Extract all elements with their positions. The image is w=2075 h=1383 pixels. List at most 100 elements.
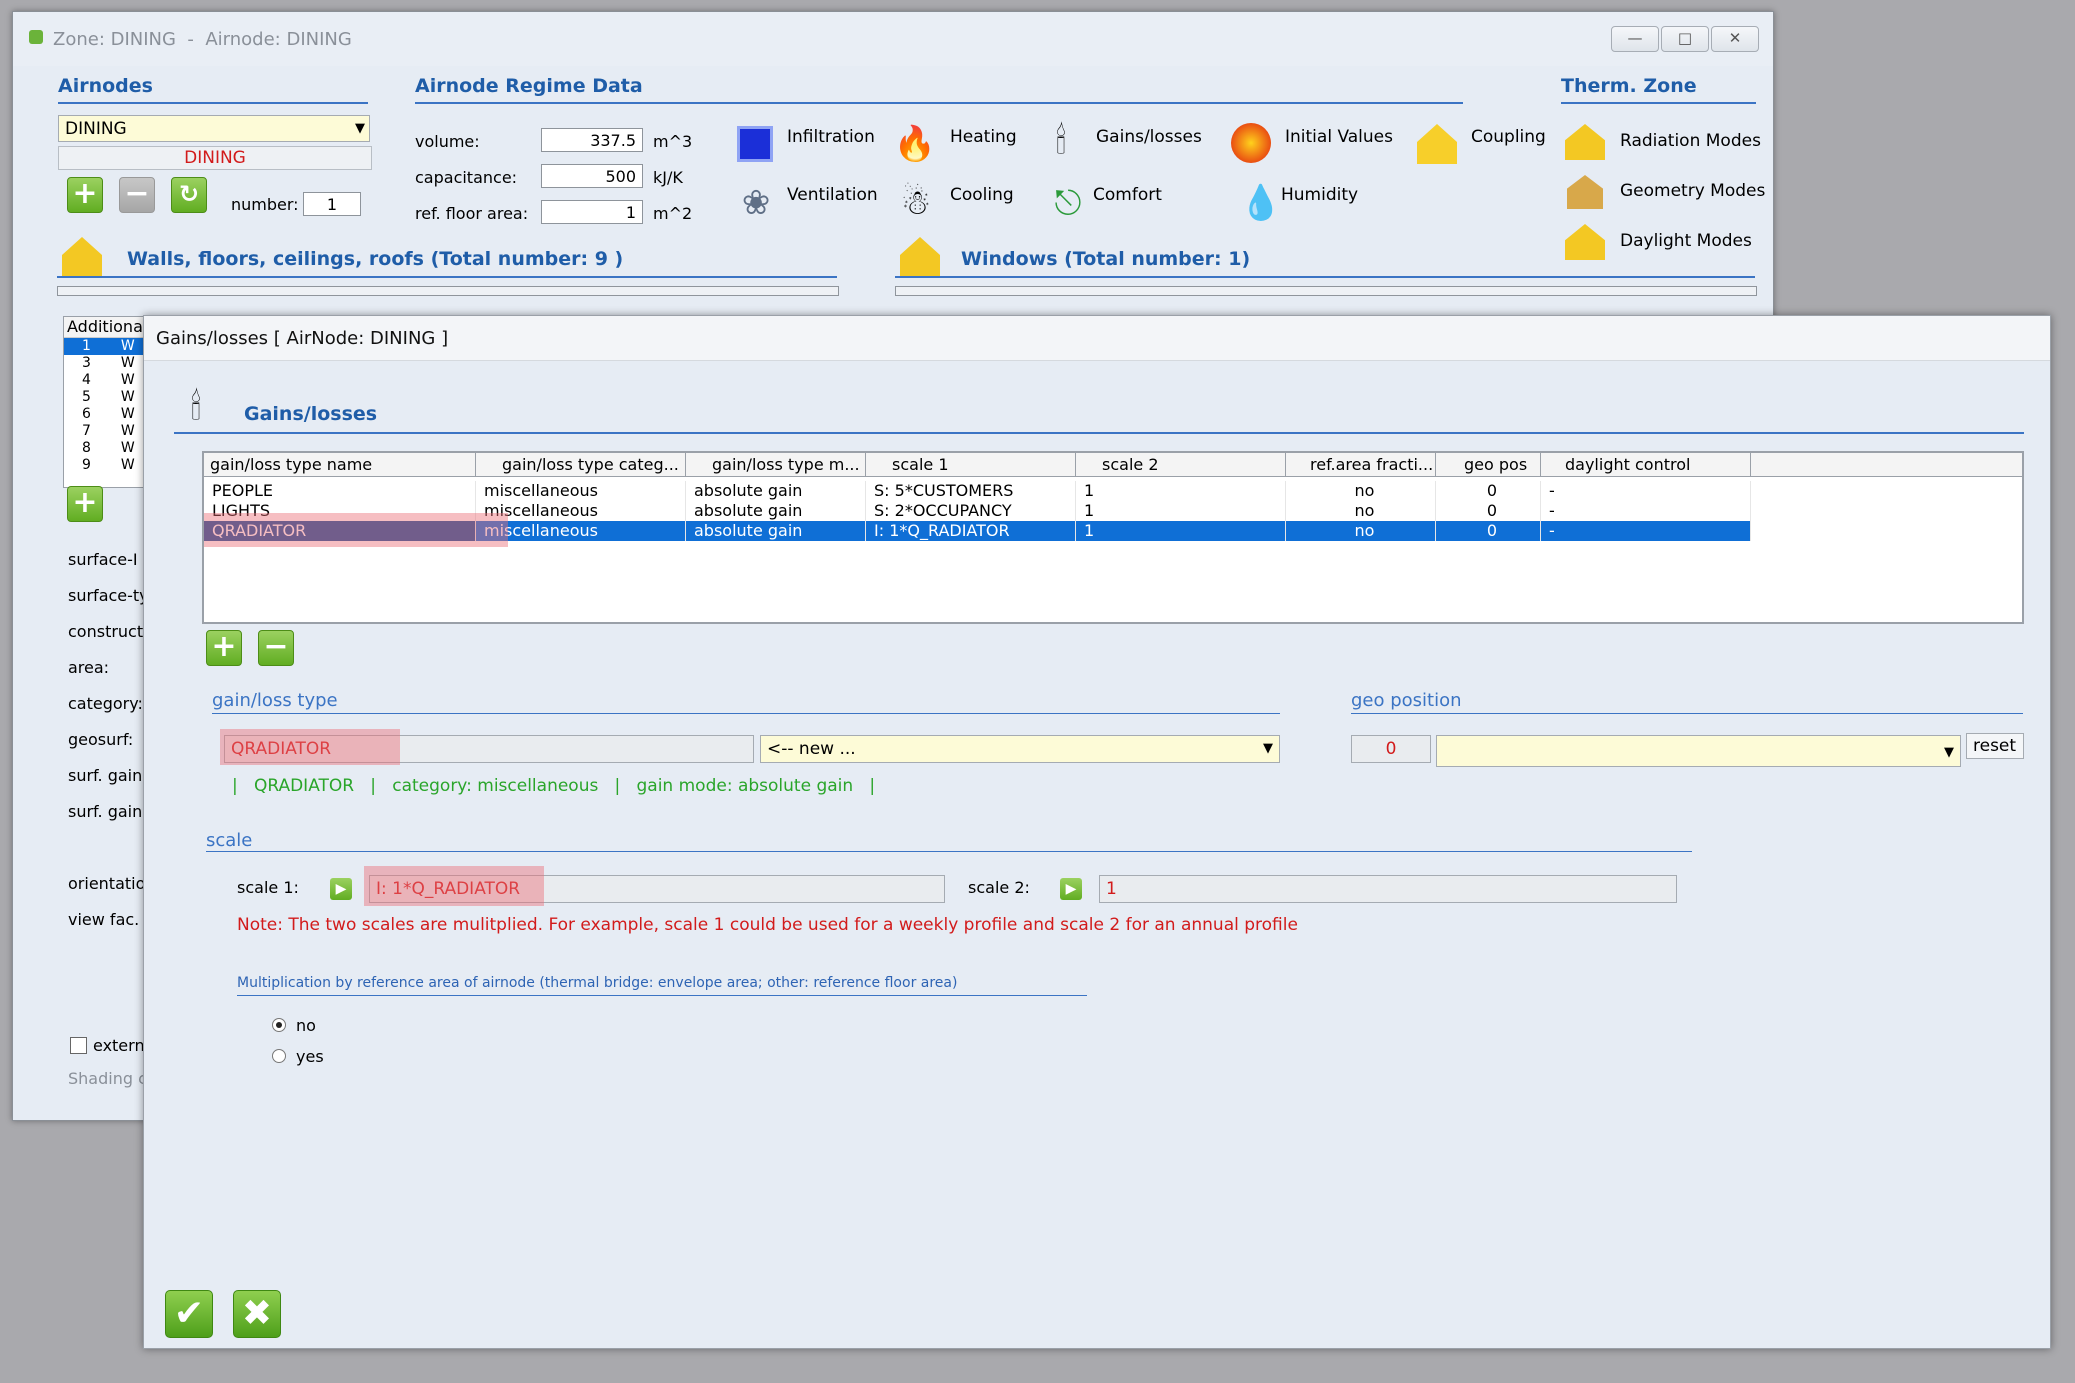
shading-label: Shading c	[68, 1069, 147, 1088]
col-header-scale1[interactable]: scale 1	[866, 453, 1076, 477]
airnode-name-display: DINING	[58, 146, 372, 170]
geo-position-underline	[1351, 713, 2023, 714]
row-highlight	[204, 513, 508, 547]
floor-area-field[interactable]: 1	[541, 200, 643, 224]
coupling-button[interactable]: Coupling	[1471, 127, 1546, 147]
chevron-down-icon[interactable]: ▼	[355, 116, 365, 142]
scale-underline	[206, 851, 1692, 852]
add-surface-button[interactable]: +	[67, 486, 103, 522]
extern-checkbox[interactable]	[70, 1037, 87, 1054]
scale1-play-icon[interactable]: ▶	[330, 878, 352, 900]
add-airnode-button[interactable]: +	[67, 177, 103, 213]
daylight-house-icon[interactable]	[1561, 218, 1609, 266]
scale2-field[interactable]: 1	[1099, 875, 1677, 903]
col-header-name[interactable]: gain/loss type name	[204, 453, 476, 477]
walls-heading: Walls, floors, ceilings, roofs (Total nu…	[127, 248, 624, 270]
gain-type-info: | QRADIATOR | category: miscellaneous | …	[232, 776, 876, 796]
comfort-button[interactable]: Comfort	[1093, 185, 1162, 205]
number-label: number:	[231, 195, 299, 214]
col-header-geopos[interactable]: geo pos	[1436, 453, 1541, 477]
ventilation-button[interactable]: Ventilation	[787, 185, 878, 205]
table-row[interactable]: PEOPLE miscellaneous absolute gain S: 5*…	[204, 481, 1751, 501]
initial-values-button[interactable]: Initial Values	[1285, 127, 1393, 147]
walls-underline	[57, 276, 837, 278]
number-field[interactable]: 1	[303, 192, 361, 216]
area-label: area:	[68, 658, 110, 677]
radio-yes[interactable]	[272, 1049, 286, 1063]
windows-house-icon	[895, 234, 945, 280]
cell-daylight: -	[1541, 481, 1751, 501]
volume-unit: m^3	[653, 132, 693, 151]
cancel-button[interactable]: ✖	[233, 1290, 281, 1338]
windows-underline	[895, 276, 1755, 278]
radiation-house-icon[interactable]	[1561, 118, 1609, 166]
humidity-button[interactable]: Humidity	[1281, 185, 1358, 205]
cell-geopos: 0	[1436, 521, 1541, 541]
geo-position-value[interactable]: 0	[1351, 735, 1431, 763]
candle-icon[interactable]: 🕯	[1035, 116, 1087, 168]
initial-values-icon[interactable]	[1226, 118, 1276, 168]
cell-daylight: -	[1541, 521, 1751, 541]
radiation-modes-button[interactable]: Radiation Modes	[1620, 131, 1761, 151]
flame-icon[interactable]: 🔥	[891, 120, 939, 168]
minimize-button[interactable]: —	[1611, 26, 1659, 52]
add-gain-button[interactable]: +	[206, 630, 242, 666]
airnode-select[interactable]: DINING ▼	[58, 115, 370, 142]
info-category: category: miscellaneous	[392, 776, 599, 796]
infiltration-icon[interactable]	[731, 122, 779, 166]
reset-button[interactable]: reset	[1966, 733, 2024, 759]
walls-scrollbar[interactable]	[57, 286, 839, 296]
window-title: Zone: DINING - Airnode: DINING	[53, 29, 352, 50]
volume-field[interactable]: 337.5	[541, 128, 643, 152]
volume-label: volume:	[415, 132, 480, 151]
gains-table[interactable]: gain/loss type name gain/loss type categ…	[202, 451, 2024, 624]
chevron-down-icon[interactable]: ▼	[1263, 736, 1273, 762]
therm-zone-heading: Therm. Zone	[1561, 75, 1697, 97]
infiltration-button[interactable]: Infiltration	[787, 127, 875, 147]
view-factor-label: view fac.	[68, 910, 140, 929]
close-button[interactable]: ✕	[1711, 26, 1759, 52]
cell-scale2: 1	[1076, 521, 1286, 541]
cell-mode: absolute gain	[686, 521, 866, 541]
remove-gain-button[interactable]: −	[258, 630, 294, 666]
refresh-airnode-button[interactable]: ↻	[171, 177, 207, 213]
cell-refarea: no	[1286, 481, 1436, 501]
fan-icon[interactable]: ❀	[731, 178, 781, 228]
radio-no[interactable]	[272, 1018, 286, 1032]
geo-position-dropdown[interactable]: ▼	[1436, 735, 1961, 767]
app-icon	[29, 30, 43, 44]
col-header-filler	[1751, 453, 2022, 477]
cooling-button[interactable]: Cooling	[950, 185, 1014, 205]
surface-id-label: surface-I	[68, 550, 138, 569]
chevron-down-icon[interactable]: ▼	[1944, 740, 1954, 766]
geo-position-heading: geo position	[1351, 690, 1462, 711]
coupling-icon[interactable]	[1413, 120, 1461, 168]
col-header-daylight[interactable]: daylight control	[1541, 453, 1751, 477]
remove-airnode-button[interactable]: −	[119, 177, 155, 213]
geosurf-label: geosurf:	[68, 730, 134, 749]
scale2-play-icon[interactable]: ▶	[1060, 878, 1082, 900]
maximize-button[interactable]: □	[1661, 26, 1709, 52]
name-field-highlight	[220, 729, 400, 765]
windows-scrollbar[interactable]	[895, 286, 1757, 296]
dialog-heading-underline	[174, 432, 2024, 434]
gains-losses-button[interactable]: Gains/losses	[1096, 127, 1202, 147]
orientation-label: orientatio	[68, 874, 146, 893]
therm-zone-underline	[1561, 102, 1756, 104]
regime-heading: Airnode Regime Data	[415, 75, 643, 97]
daylight-modes-button[interactable]: Daylight Modes	[1620, 231, 1752, 251]
droplets-icon[interactable]: 💧	[1237, 178, 1285, 228]
col-header-refarea[interactable]: ref.area fracti...	[1286, 453, 1436, 477]
ok-button[interactable]: ✔	[165, 1290, 213, 1338]
capacitance-field[interactable]: 500	[541, 164, 643, 188]
heating-button[interactable]: Heating	[950, 127, 1017, 147]
col-header-mode[interactable]: gain/loss type m...	[686, 453, 866, 477]
col-header-scale2[interactable]: scale 2	[1076, 453, 1286, 477]
lounger-icon[interactable]: ⎋	[1043, 178, 1093, 228]
snowman-icon[interactable]: ☃	[891, 178, 941, 228]
col-header-category[interactable]: gain/loss type categ...	[476, 453, 686, 477]
geometry-modes-button[interactable]: Geometry Modes	[1620, 181, 1765, 201]
geometry-house-icon[interactable]	[1561, 168, 1609, 216]
cell-refarea: no	[1286, 521, 1436, 541]
gain-type-dropdown[interactable]: <-- new ... ▼	[760, 735, 1280, 763]
